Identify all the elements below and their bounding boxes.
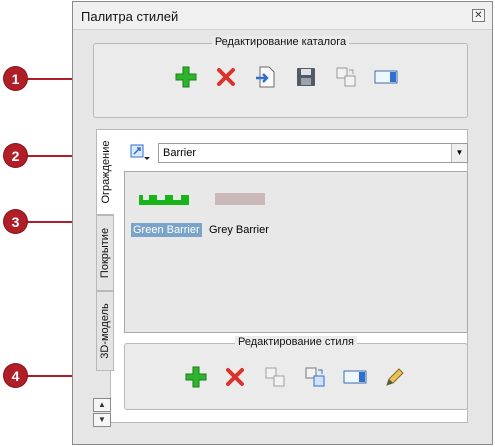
edit-pencil-icon <box>386 368 404 386</box>
close-button[interactable]: ✕ <box>472 9 485 22</box>
style-editing-group: Редактирование стиля <box>124 336 468 410</box>
green-barrier-swatch <box>139 195 189 205</box>
screenshot-stage: 1 2 3 4 Палитра стилей ✕ Редактирование … <box>0 0 495 447</box>
tab-3d-model-label: 3D-модель <box>99 303 111 359</box>
style-item-grey-barrier[interactable]: Grey Barrier <box>207 192 277 242</box>
rename-catalog-button[interactable] <box>372 64 400 90</box>
style-category-select[interactable]: Barrier ▼ <box>158 143 468 163</box>
styles-list[interactable]: Green Barrier Grey Barrier <box>124 171 468 333</box>
catalog-editing-group: Редактирование каталога <box>93 36 468 118</box>
save-catalog-button[interactable] <box>292 64 320 90</box>
delete-icon <box>217 68 235 86</box>
add-icon <box>175 66 197 88</box>
style-item-label: Green Barrier <box>131 223 202 237</box>
style-category-value: Barrier <box>163 147 197 159</box>
add-icon <box>185 366 207 388</box>
style-type-menu-button[interactable] <box>130 144 150 162</box>
add-catalog-button[interactable] <box>172 64 200 90</box>
tab-surface[interactable]: Покрытие <box>96 215 114 291</box>
delete-catalog-button[interactable] <box>212 64 240 90</box>
style-item-green-barrier[interactable]: Green Barrier <box>131 192 202 242</box>
rename-icon <box>374 70 398 84</box>
add-style-button[interactable] <box>182 364 210 390</box>
window-title: Палитра стилей <box>81 9 179 24</box>
copy-icon <box>265 367 285 387</box>
tab-surface-label: Покрытие <box>99 227 111 279</box>
callout-badge-2: 2 <box>4 144 27 167</box>
tab-barrier[interactable]: Ограждение <box>96 129 114 215</box>
style-type-icon <box>130 144 150 160</box>
callout-badge-3: 3 <box>4 210 27 233</box>
tab-barrier-label: Ограждение <box>99 140 112 204</box>
callout-badge-1: 1 <box>4 67 27 90</box>
style-item-label: Grey Barrier <box>209 224 269 236</box>
delete-style-button[interactable] <box>221 364 249 390</box>
import-icon <box>256 66 275 88</box>
tab-scroll-up-button[interactable]: ▲ <box>93 398 111 412</box>
import-catalog-button[interactable] <box>252 64 280 90</box>
catalog-group-title: Редактирование каталога <box>211 36 350 48</box>
delete-icon <box>226 368 244 386</box>
rename-style-button[interactable] <box>341 364 369 390</box>
copy-catalog-button[interactable] <box>332 64 360 90</box>
title-bar: Палитра стилей ✕ <box>73 2 492 30</box>
style-group-title: Редактирование стиля <box>235 336 357 348</box>
rename-icon <box>343 370 367 384</box>
tab-scroll-down-button[interactable]: ▼ <box>93 413 111 427</box>
copy-icon <box>336 67 356 87</box>
paste-style-button[interactable] <box>301 364 329 390</box>
copy-style-button[interactable] <box>261 364 289 390</box>
tab-3d-model[interactable]: 3D-модель <box>96 291 114 371</box>
paste-icon <box>305 367 325 387</box>
grey-barrier-swatch <box>215 193 265 205</box>
edit-style-button[interactable] <box>381 364 409 390</box>
callout-badge-4: 4 <box>4 364 27 387</box>
save-icon <box>297 68 315 86</box>
chevron-down-icon[interactable]: ▼ <box>451 144 467 162</box>
